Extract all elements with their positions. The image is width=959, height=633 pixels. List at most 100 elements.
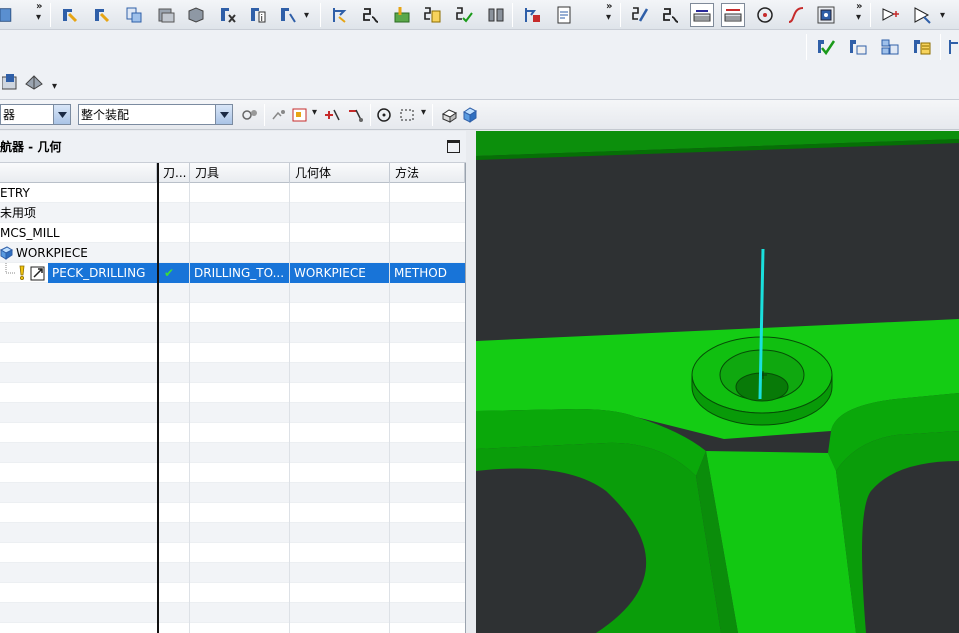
warning-status-icon xyxy=(19,265,25,280)
toolbar-overflow-icon[interactable]: » xyxy=(36,2,42,12)
shop-documentation-icon[interactable] xyxy=(552,3,576,27)
svg-text:i: i xyxy=(261,14,264,24)
maximize-icon[interactable] xyxy=(447,140,460,153)
boundary-icon[interactable] xyxy=(814,3,838,27)
selection-scope-combo[interactable]: 整个装配 xyxy=(78,104,233,125)
part-model[interactable] xyxy=(476,131,959,633)
chevron-down-icon[interactable]: ▾ xyxy=(312,108,317,118)
insert-tool-icon[interactable] xyxy=(276,3,300,27)
chevron-down-icon[interactable]: ▾ xyxy=(940,11,945,21)
gouge-check-icon[interactable] xyxy=(846,35,870,59)
tree-row-unused[interactable]: 未用项 xyxy=(0,203,465,223)
delete-object-icon[interactable] xyxy=(216,3,240,27)
tree-node-label: 未用项 xyxy=(0,206,37,220)
circle-point-icon[interactable] xyxy=(753,3,777,27)
tree-row-geometry[interactable]: ETRY xyxy=(0,183,465,203)
graphics-viewport[interactable] xyxy=(476,131,959,633)
curve-icon[interactable] xyxy=(784,3,808,27)
blank-object-icon[interactable] xyxy=(0,70,24,94)
create-operation-icon[interactable] xyxy=(184,3,208,27)
verify-toolpath-icon[interactable] xyxy=(390,3,414,27)
chevron-down-icon[interactable]: ▾ xyxy=(606,13,611,23)
display-cut-region-icon[interactable] xyxy=(721,3,745,27)
toolbar-separator xyxy=(264,104,265,126)
tertiary-toolbar: ▾ xyxy=(0,64,959,100)
tree-row-workpiece[interactable]: WORKPIECE xyxy=(0,243,465,263)
tree-column-divider[interactable] xyxy=(157,163,159,633)
general-filter-icon[interactable] xyxy=(238,103,262,127)
report-icon[interactable] xyxy=(910,35,934,59)
empty-row xyxy=(0,323,465,343)
geometry-column-header[interactable]: 几何体 xyxy=(290,163,390,183)
add-selection-icon[interactable] xyxy=(320,103,344,127)
create-tool-icon[interactable] xyxy=(90,3,114,27)
column-divider xyxy=(289,183,290,633)
chevron-down-icon[interactable]: ▾ xyxy=(304,11,309,21)
tree-row-peck-drilling[interactable]: PECK_DRILLING ✔ DRILLING_TO... WORKPIECE… xyxy=(0,263,465,283)
chevron-down-icon[interactable]: ▾ xyxy=(36,13,41,23)
empty-row xyxy=(0,363,465,383)
point-select-icon[interactable] xyxy=(878,3,902,27)
point-snap-icon[interactable] xyxy=(372,103,396,127)
tree-node-label: WORKPIECE xyxy=(16,246,88,260)
create-program-icon[interactable] xyxy=(58,3,82,27)
replay-toolpath-icon[interactable] xyxy=(358,3,382,27)
verify-check-icon[interactable] xyxy=(814,35,838,59)
workpiece-display-icon[interactable] xyxy=(484,3,508,27)
empty-row xyxy=(0,343,465,363)
play-arrow-icon[interactable] xyxy=(910,3,934,27)
column-divider xyxy=(389,183,390,633)
layer-settings-icon[interactable] xyxy=(22,70,46,94)
empty-row xyxy=(0,523,465,543)
chevron-down-icon[interactable]: ▾ xyxy=(856,13,861,23)
remove-selection-icon[interactable] xyxy=(344,103,368,127)
display-toolpath-icon[interactable] xyxy=(690,3,714,27)
tree-row-mcs-mill[interactable]: MCS_MILL xyxy=(0,223,465,243)
drilling-operation-icon xyxy=(30,266,45,281)
empty-row xyxy=(0,543,465,563)
tool-column-header[interactable]: 刀具 xyxy=(190,163,290,183)
operation-navigator: 航器 - 几何 刀... 刀具 几何体 方法 ETRY 未用项 MCS_MILL… xyxy=(0,131,466,633)
selection-bar: 器 整个装配 ▾ ▾ xyxy=(0,100,959,130)
select-feature-icon[interactable] xyxy=(288,103,312,127)
operation-name: PECK_DRILLING xyxy=(52,266,146,280)
chevron-down-icon[interactable]: ▾ xyxy=(52,82,57,92)
toolbar-separator xyxy=(50,3,51,27)
information-icon[interactable]: i xyxy=(246,3,270,27)
tree-node-label: ETRY xyxy=(0,186,30,200)
chevron-down-icon[interactable] xyxy=(215,105,232,124)
empty-row xyxy=(0,603,465,623)
navigator-title: 航器 - 几何 xyxy=(0,140,62,154)
list-toolpath-icon[interactable] xyxy=(420,3,444,27)
toolpath-animation-icon[interactable] xyxy=(658,3,682,27)
toolbar-overflow-icon[interactable]: » xyxy=(606,2,612,12)
partial-tool-icon[interactable] xyxy=(946,35,959,59)
status-column-header[interactable]: 刀... xyxy=(158,163,190,183)
toolbar-separator xyxy=(870,3,871,27)
toolbar-separator xyxy=(320,3,321,27)
box-select-icon[interactable] xyxy=(395,103,419,127)
operation-method: METHOD xyxy=(394,266,447,280)
generate-toolpath-icon[interactable] xyxy=(328,3,352,27)
tool-list-icon[interactable] xyxy=(878,35,902,59)
method-column-header[interactable]: 方法 xyxy=(390,163,465,183)
empty-row xyxy=(0,283,465,303)
name-column-header[interactable] xyxy=(0,163,157,183)
empty-row xyxy=(0,583,465,603)
chevron-down-icon[interactable]: ▾ xyxy=(421,108,426,118)
toolbar-overflow-icon[interactable]: » xyxy=(856,2,862,12)
toolbar-separator xyxy=(432,104,433,126)
chevron-down-icon[interactable] xyxy=(53,105,70,124)
machine-control-icon[interactable] xyxy=(452,3,476,27)
navigator-grid-header: 刀... 刀具 几何体 方法 xyxy=(0,163,465,183)
component-icon[interactable] xyxy=(458,103,482,127)
partial-button-icon[interactable] xyxy=(0,3,18,27)
navigator-title-bar: 航器 - 几何 xyxy=(0,131,466,163)
toolpath-edit-icon[interactable] xyxy=(628,3,652,27)
create-geometry-icon[interactable] xyxy=(122,3,146,27)
type-filter-combo[interactable]: 器 xyxy=(0,104,71,125)
create-method-icon[interactable] xyxy=(154,3,178,27)
tree-connector-icon xyxy=(5,263,16,274)
postprocess-icon[interactable] xyxy=(520,3,544,27)
toolbar-separator xyxy=(620,3,621,27)
